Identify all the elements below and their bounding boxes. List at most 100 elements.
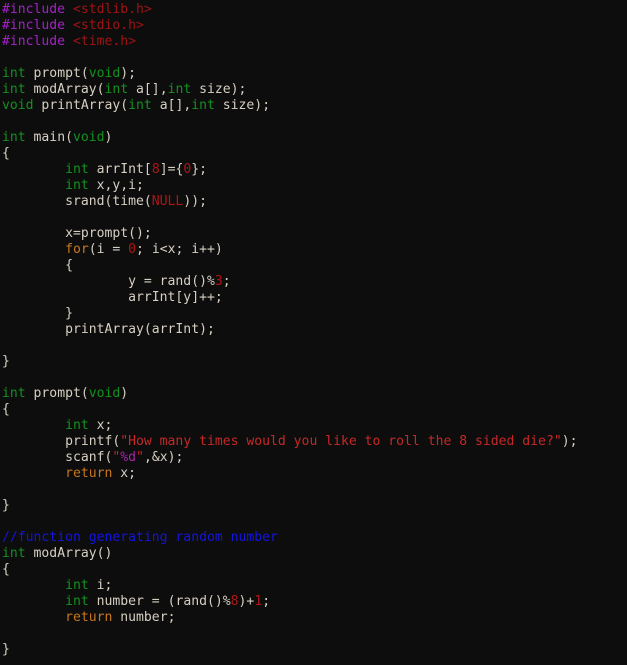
code-line: for(i = 0; i<x; i++): [2, 242, 627, 258]
code-token-pln: size);: [191, 82, 247, 97]
code-token-pln: ): [120, 386, 129, 401]
code-token-pln: }: [2, 642, 10, 657]
code-token-pln: {: [2, 258, 73, 273]
code-token-str: ": [136, 450, 144, 465]
code-token-pln: x;: [88, 418, 113, 433]
code-token-pln: x=prompt();: [2, 226, 152, 241]
code-token-typ: int: [104, 82, 129, 97]
code-line: x=prompt();: [2, 226, 627, 242]
code-token-typ: int: [2, 546, 26, 561]
code-token-pln: ]={: [159, 162, 184, 177]
code-token-num: NULL: [151, 194, 184, 209]
code-token-kw: for: [65, 242, 89, 257]
code-line: scanf("%d",&x);: [2, 450, 627, 466]
code-token-pln: [65, 18, 73, 33]
code-token-pln: scanf(: [2, 450, 113, 465]
code-line: int x,y,i;: [2, 178, 627, 194]
code-token-pln: );: [120, 66, 137, 81]
code-line: arrInt[y]++;: [2, 290, 627, 306]
code-line: y = rand()%3;: [2, 274, 627, 290]
code-token-pln: modArray(: [25, 82, 105, 97]
code-token-pln: {: [2, 402, 10, 417]
code-token-pln: modArray(): [25, 546, 113, 561]
source-code-listing[interactable]: #include <stdlib.h> #include <stdio.h> #in…: [0, 0, 627, 658]
code-token-pln: arrInt[: [88, 162, 152, 177]
code-line: int prompt(void);: [2, 66, 627, 82]
code-line: ​: [2, 482, 627, 498]
code-line: ​: [2, 114, 627, 130]
code-line: int x;: [2, 418, 627, 434]
code-token-hdr: <stdlib.h>: [72, 2, 152, 17]
code-line: ​: [2, 626, 627, 642]
code-line: ​: [2, 50, 627, 66]
code-token-pln: ): [104, 130, 113, 145]
code-token-num: 8: [151, 162, 160, 177]
code-editor-pane[interactable]: #include <stdlib.h> #include <stdio.h> #in…: [0, 0, 627, 665]
code-token-pln: )+: [238, 594, 255, 609]
code-token-typ: int: [128, 98, 152, 113]
code-token-pre: #include: [2, 34, 66, 49]
code-line: #include <stdio.h>: [2, 18, 627, 34]
code-token-typ: int: [2, 66, 26, 81]
code-token-pln: prompt(: [25, 386, 89, 401]
code-token-pln: i;: [88, 578, 113, 593]
code-token-typ: int: [2, 386, 26, 401]
code-token-pln: printArray(arrInt);: [2, 322, 215, 337]
code-token-pln: [2, 610, 65, 625]
code-token-pln: a[],: [128, 82, 168, 97]
code-token-pln: );: [561, 434, 578, 449]
code-token-pln: {: [2, 146, 10, 161]
code-token-num: 8: [230, 594, 239, 609]
code-token-num: 3: [214, 274, 223, 289]
code-line: printArray(arrInt);: [2, 322, 627, 338]
code-token-pre: #include: [2, 2, 66, 17]
code-token-typ: void: [88, 386, 121, 401]
code-token-pln: [2, 594, 65, 609]
code-token-kw: return: [65, 466, 113, 481]
code-line: {: [2, 562, 627, 578]
code-token-str: "How many times would you like to roll t…: [120, 434, 562, 449]
code-token-typ: int: [65, 418, 89, 433]
code-token-pln: ;: [262, 594, 271, 609]
code-line: {: [2, 258, 627, 274]
code-line: int modArray(): [2, 546, 627, 562]
code-token-typ: int: [191, 98, 215, 113]
code-token-pln: number;: [112, 610, 176, 625]
code-line: return x;: [2, 466, 627, 482]
code-line: #include <stdlib.h>: [2, 2, 627, 18]
code-token-hdr: <stdio.h>: [72, 18, 144, 33]
code-token-pln: srand(time(: [2, 194, 152, 209]
code-token-pln: [2, 242, 65, 257]
code-line: {: [2, 146, 627, 162]
code-token-kw: return: [65, 610, 113, 625]
code-line: ​: [2, 338, 627, 354]
code-token-pln: printArray(: [33, 98, 129, 113]
code-token-pln: {: [2, 562, 10, 577]
code-token-pln: x;: [112, 466, 137, 481]
code-token-pln: a[],: [151, 98, 192, 113]
code-token-pln: ;: [222, 274, 231, 289]
code-token-pln: };: [191, 162, 208, 177]
code-line: }: [2, 354, 627, 370]
code-token-num: 0: [128, 242, 137, 257]
code-line: //function generating random number: [2, 530, 627, 546]
code-token-typ: int: [167, 82, 192, 97]
code-token-pln: }: [2, 354, 10, 369]
code-token-pln: [2, 578, 65, 593]
code-token-pln: [2, 466, 65, 481]
code-token-typ: int: [65, 162, 89, 177]
code-token-pln: ,&x);: [143, 450, 184, 465]
code-token-pln: arrInt[y]++;: [2, 290, 223, 305]
code-line: {: [2, 402, 627, 418]
code-line: return number;: [2, 610, 627, 626]
code-line: ​: [2, 514, 627, 530]
code-line: }: [2, 306, 627, 322]
code-token-cmt: //function generating random number: [2, 530, 278, 545]
code-token-pln: }: [2, 306, 73, 321]
code-line: int modArray(int a[],int size);: [2, 82, 627, 98]
code-token-pln: y = rand()%: [2, 274, 215, 289]
code-token-pln: [2, 162, 65, 177]
code-token-pre: #include: [2, 18, 66, 33]
code-token-typ: int: [2, 82, 26, 97]
code-token-pln: ; i<x; i++): [136, 242, 223, 257]
